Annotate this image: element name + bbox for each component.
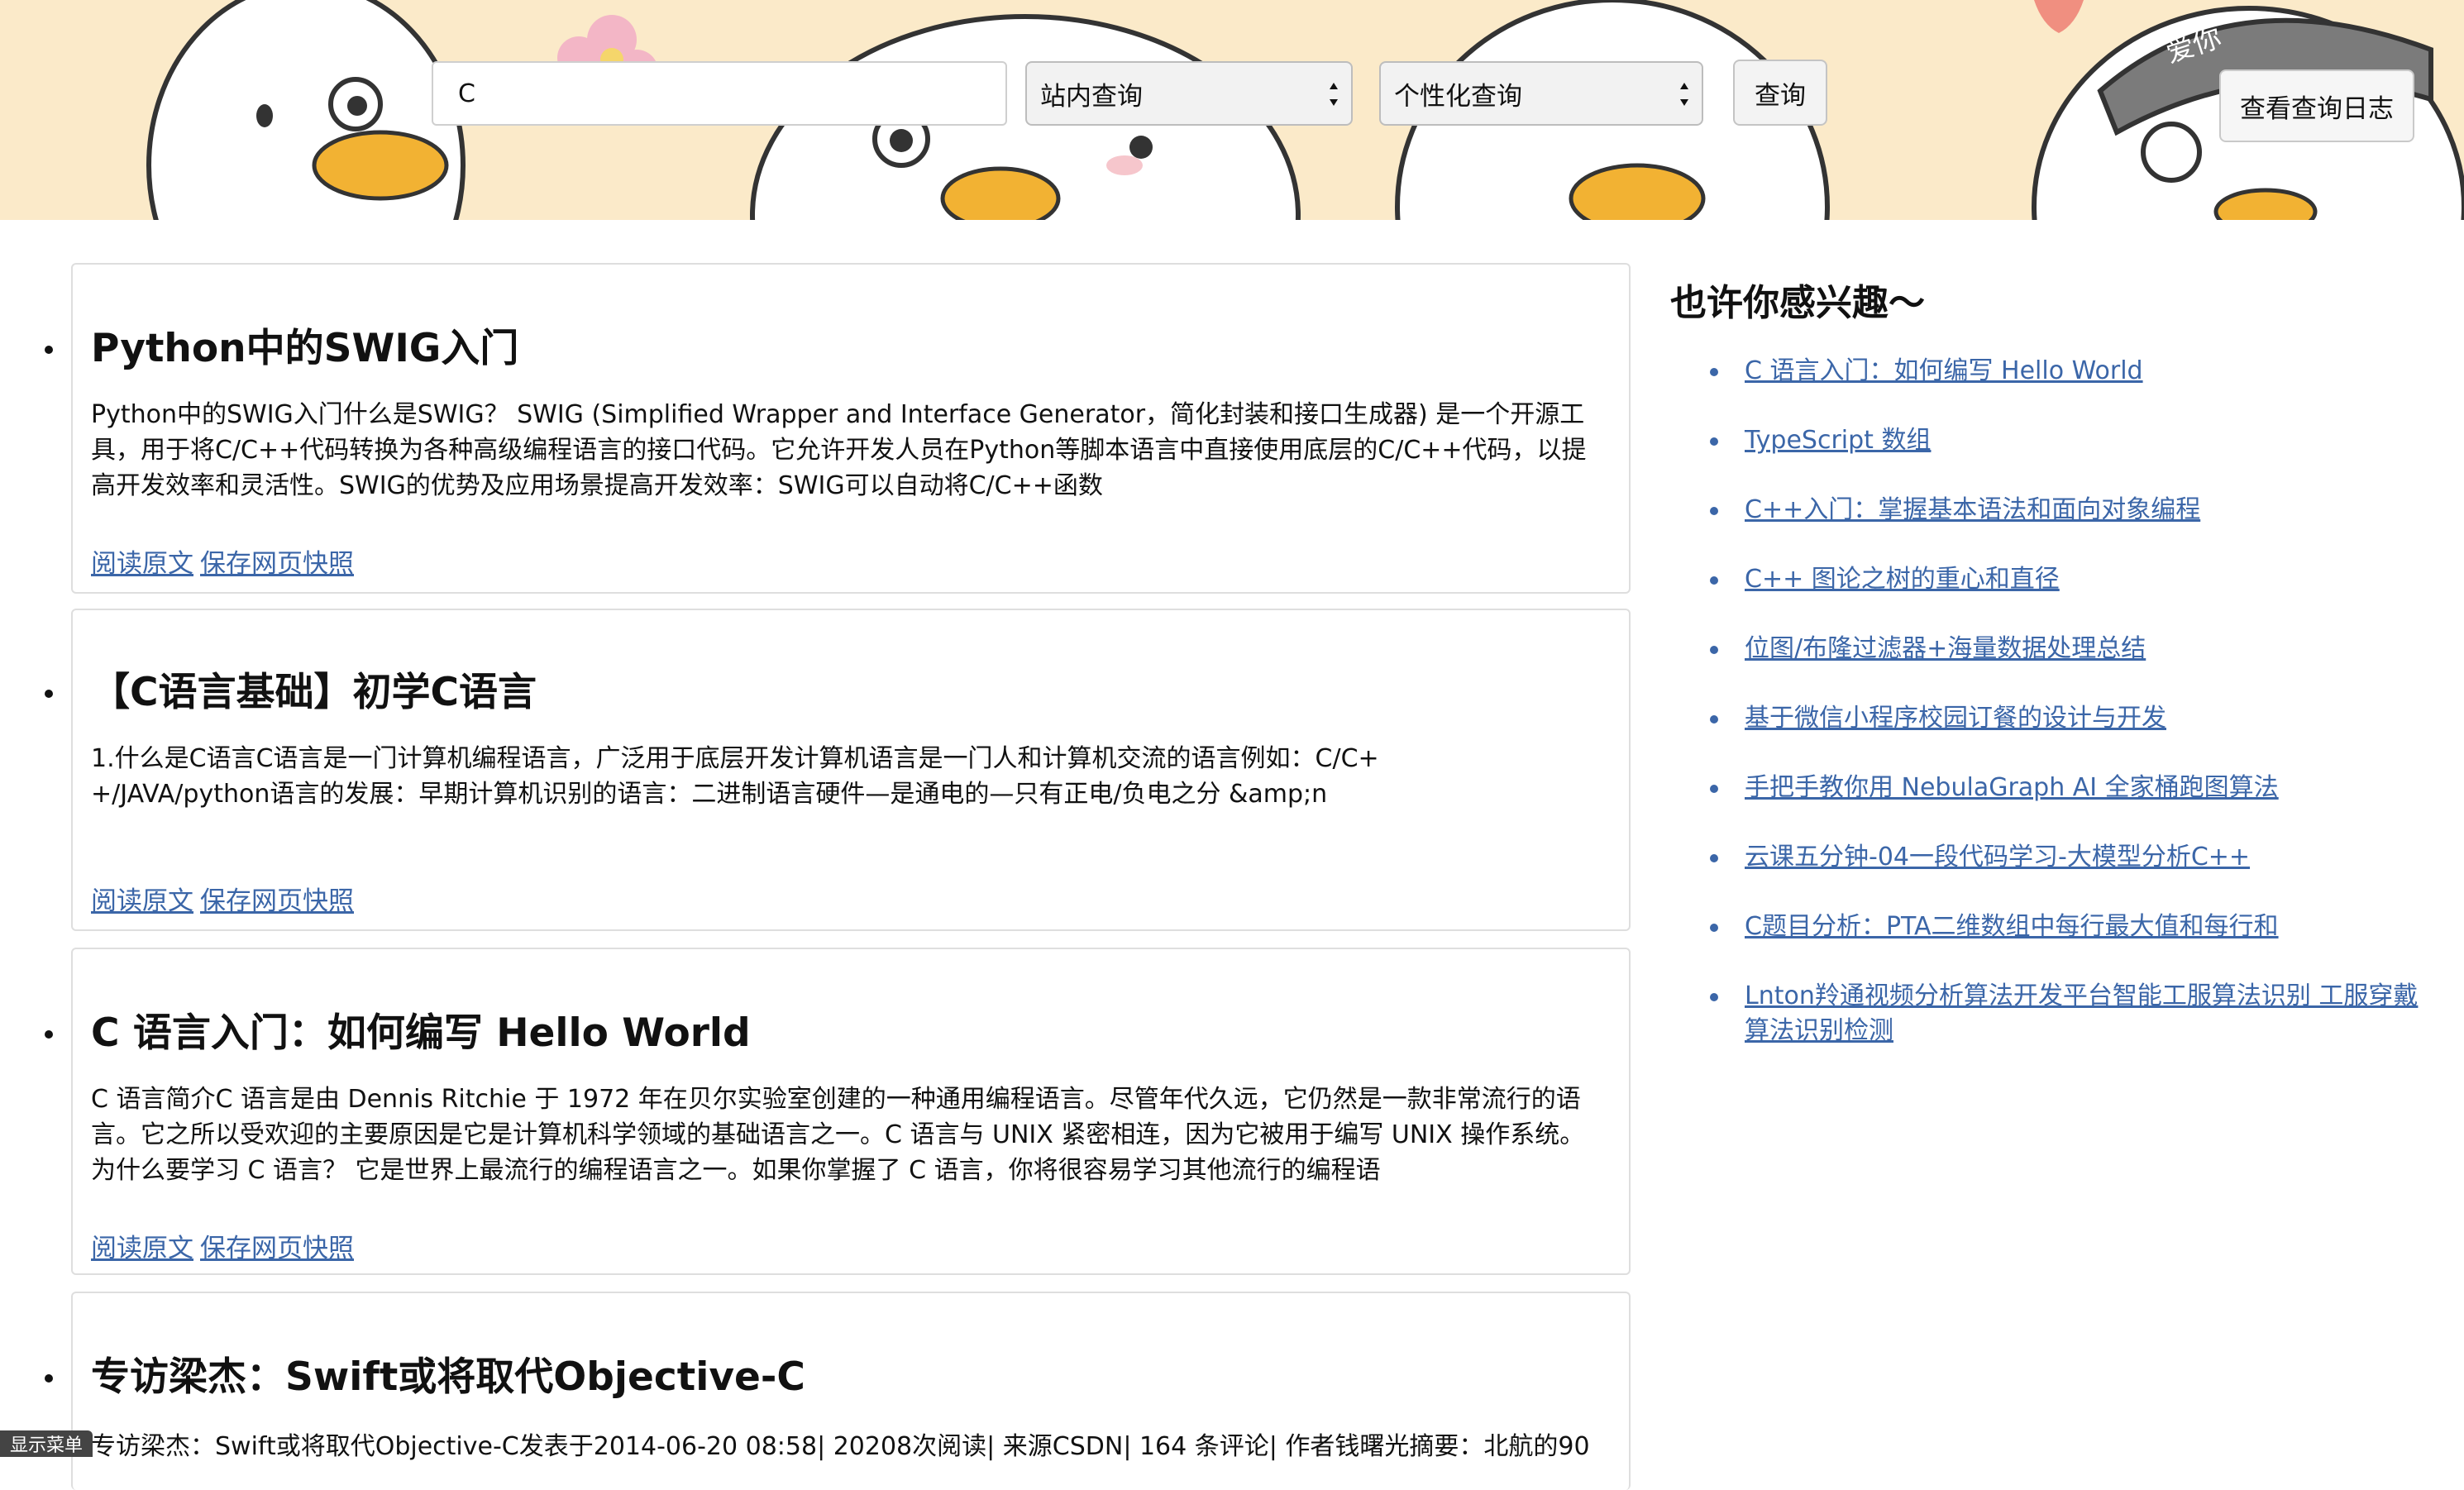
- result-summary: 1.什么是C语言C语言是一门计算机编程语言，广泛用于底层开发计算机语言是一门人和…: [91, 744, 1379, 809]
- recommendation-link[interactable]: C题目分析：PTA二维数组中每行最大值和每行和: [1745, 912, 2279, 941]
- recommendation-link[interactable]: C 语言入门：如何编写 Hello World: [1745, 356, 2143, 385]
- result-title: 【C语言基础】初学C语言: [91, 670, 537, 715]
- list-item: 云课五分钟-04一段代码学习-大模型分析C++: [1670, 840, 2431, 875]
- list-bullet: [45, 690, 53, 698]
- list-bullet: [1710, 785, 1718, 793]
- recommendation-list: C 语言入门：如何编写 Hello World TypeScript 数组 C+…: [1670, 354, 2431, 1048]
- list-bullet: [1710, 576, 1718, 585]
- save-snapshot-link[interactable]: 保存网页快照: [200, 549, 354, 579]
- list-item: C题目分析：PTA二维数组中每行最大值和每行和: [1670, 910, 2431, 944]
- result-summary: C 语言简介C 语言是由 Dennis Ritchie 于 1972 年在贝尔实…: [91, 1085, 1585, 1185]
- result-links: 阅读原文 保存网页快照: [91, 542, 361, 580]
- result-title: C 语言入门：如何编写 Hello World: [91, 1010, 751, 1056]
- list-bullet: [1710, 715, 1718, 724]
- select-arrows-icon: [1330, 83, 1338, 106]
- list-bullet: [45, 346, 53, 354]
- recommendation-link[interactable]: 基于微信小程序校园订餐的设计与开发: [1745, 704, 2166, 733]
- result-card: C 语言入门：如何编写 Hello World C 语言简介C 语言是由 Den…: [45, 948, 1631, 1275]
- result-links: 阅读原文 保存网页快照: [91, 1227, 361, 1264]
- result-summary: Python中的SWIG入门什么是SWIG？ SWIG (Simplified …: [91, 400, 1587, 500]
- result-card: 【C语言基础】初学C语言 1.什么是C语言C语言是一门计算机编程语言，广泛用于底…: [45, 609, 1631, 931]
- list-item: C++入门：掌握基本语法和面向对象编程: [1670, 493, 2431, 528]
- list-bullet: [1710, 507, 1718, 515]
- recommendation-link[interactable]: 手把手教你用 NebulaGraph AI 全家桶跑图算法: [1745, 773, 2279, 802]
- query-button[interactable]: 查询: [1733, 60, 1827, 126]
- list-item: Lnton羚通视频分析算法开发平台智能工服算法识别 工服穿戴算法识别检测: [1670, 979, 2431, 1048]
- recommendation-link[interactable]: 位图/布隆过滤器+海量数据处理总结: [1745, 634, 2146, 663]
- result-title: Python中的SWIG入门: [91, 326, 519, 371]
- save-snapshot-link[interactable]: 保存网页快照: [200, 1234, 354, 1263]
- recommendation-link[interactable]: 云课五分钟-04一段代码学习-大模型分析C++: [1745, 843, 2250, 872]
- select-arrows-icon: [1680, 83, 1688, 106]
- save-snapshot-link[interactable]: 保存网页快照: [200, 886, 354, 916]
- site-query-select-value: 站内查询: [1040, 81, 1143, 112]
- list-item: 位图/布隆过滤器+海量数据处理总结: [1670, 632, 2431, 666]
- recommendation-link[interactable]: C++入门：掌握基本语法和面向对象编程: [1745, 495, 2200, 524]
- read-original-link[interactable]: 阅读原文: [91, 1234, 193, 1263]
- list-bullet: [1710, 924, 1718, 932]
- result-links: 阅读原文 保存网页快照: [91, 880, 361, 917]
- sidebar-title: 也许你感兴趣～: [1670, 282, 1925, 324]
- result-card: Python中的SWIG入门 Python中的SWIG入门什么是SWIG？ SW…: [45, 263, 1631, 594]
- list-item: TypeScript 数组: [1670, 423, 2431, 458]
- show-menu-button[interactable]: 显示菜单: [0, 1430, 93, 1457]
- list-bullet: [1710, 993, 1718, 1001]
- list-bullet: [1710, 437, 1718, 446]
- header-banner: 爱你 站内查询 个性化查询 查询 查看查询日志: [0, 0, 2464, 220]
- read-original-link[interactable]: 阅读原文: [91, 549, 193, 579]
- search-input[interactable]: [432, 61, 1007, 126]
- site-query-select[interactable]: 站内查询: [1025, 61, 1353, 126]
- list-item: C++ 图论之树的重心和直径: [1670, 562, 2431, 597]
- list-bullet: [45, 1374, 53, 1383]
- result-card: 专访梁杰：Swift或将取代Objective-C 专访梁杰：Swift或将取代…: [45, 1292, 1631, 1490]
- list-item: 手把手教你用 NebulaGraph AI 全家桶跑图算法: [1670, 771, 2431, 805]
- recommendation-link[interactable]: C++ 图论之树的重心和直径: [1745, 565, 2060, 594]
- list-bullet: [1710, 646, 1718, 654]
- read-original-link[interactable]: 阅读原文: [91, 886, 193, 916]
- personalized-query-select[interactable]: 个性化查询: [1379, 61, 1703, 126]
- list-bullet: [1710, 854, 1718, 862]
- recommendation-sidebar: 也许你感兴趣～ C 语言入门：如何编写 Hello World TypeScri…: [1670, 273, 2431, 1083]
- list-item: C 语言入门：如何编写 Hello World: [1670, 354, 2431, 389]
- list-item: 基于微信小程序校园订餐的设计与开发: [1670, 701, 2431, 736]
- recommendation-link[interactable]: TypeScript 数组: [1745, 426, 1931, 455]
- list-bullet: [1710, 368, 1718, 376]
- personalized-query-select-value: 个性化查询: [1394, 81, 1522, 112]
- result-summary: 专访梁杰：Swift或将取代Objective-C发表于2014-06-20 0…: [91, 1432, 1590, 1461]
- result-title: 专访梁杰：Swift或将取代Objective-C: [91, 1354, 805, 1400]
- recommendation-link[interactable]: Lnton羚通视频分析算法开发平台智能工服算法识别 工服穿戴算法识别检测: [1745, 981, 2418, 1045]
- list-bullet: [45, 1030, 53, 1039]
- view-query-log-button[interactable]: 查看查询日志: [2219, 69, 2414, 142]
